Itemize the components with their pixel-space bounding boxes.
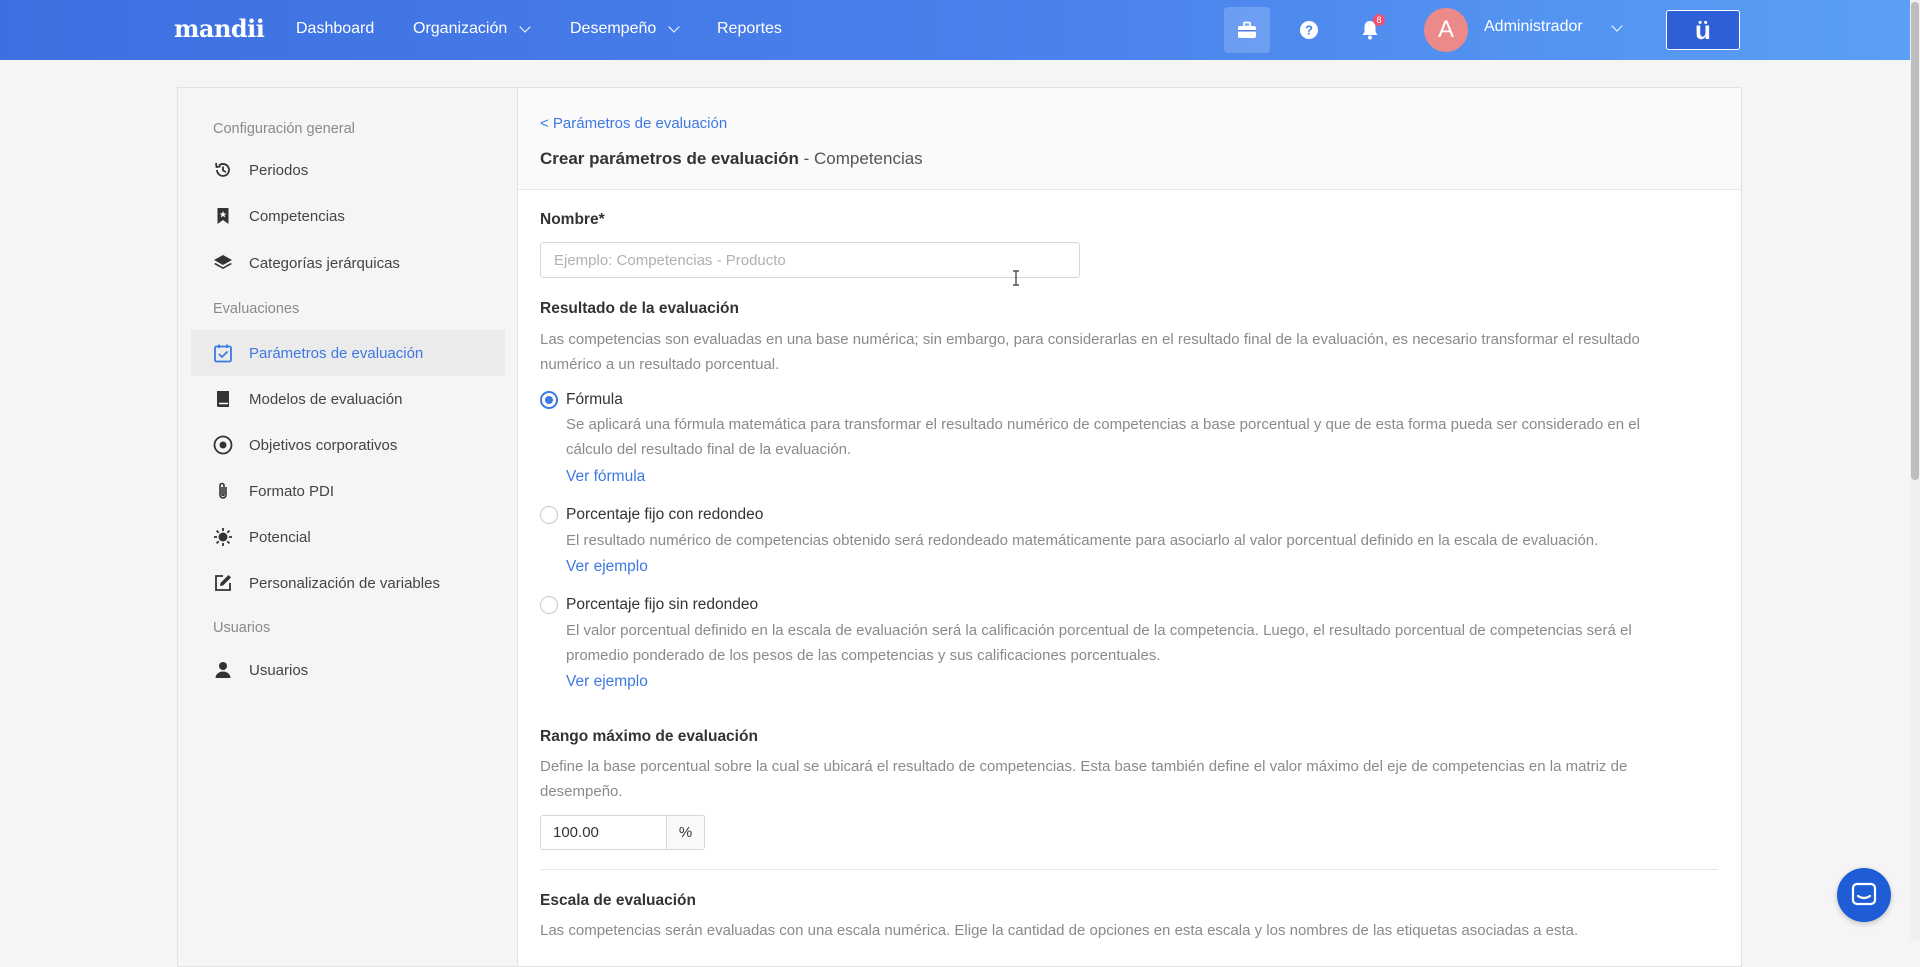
sidebar-item-usuarios[interactable]: Usuarios <box>191 647 505 693</box>
help-button[interactable]: ? <box>1286 7 1332 53</box>
sidebar-item-label: Personalización de variables <box>249 574 440 592</box>
chat-launcher-button[interactable] <box>1837 868 1891 922</box>
main-content: < Parámetros de evaluación Crear parámet… <box>517 88 1741 966</box>
sidebar-item-formato-pdi[interactable]: Formato PDI <box>191 468 505 514</box>
sidebar-item-label: Usuarios <box>249 661 309 679</box>
ver-ejemplo-link[interactable]: Ver ejemplo <box>566 673 648 691</box>
page-header: < Parámetros de evaluación Crear parámet… <box>518 88 1741 190</box>
page-title-section: - Competencias <box>798 149 923 168</box>
ver-ejemplo-link[interactable]: Ver ejemplo <box>566 558 648 576</box>
paperclip-icon <box>213 481 233 501</box>
radio-con-redondeo-description: El resultado numérico de competencias ob… <box>566 532 1599 549</box>
calendar-check-icon <box>213 343 233 363</box>
sidebar-item-label: Formato PDI <box>249 482 335 500</box>
sidebar-item-modelos[interactable]: Modelos de evaluación <box>191 376 505 422</box>
bookmark-icon <box>213 206 233 226</box>
resultado-label: Resultado de la evaluación <box>540 300 739 317</box>
page-title: Crear parámetros de evaluación - Compete… <box>540 149 923 169</box>
notifications-button[interactable]: 8 <box>1347 7 1393 53</box>
nav-dashboard[interactable]: Dashboard <box>296 20 374 38</box>
help-icon: ? <box>1300 21 1318 39</box>
rango-input-group: 100.00 % <box>540 815 705 850</box>
sidebar-item-label: Objetivos corporativos <box>249 436 398 454</box>
rango-input[interactable]: 100.00 <box>541 816 667 849</box>
sidebar-group-evaluaciones: Evaluaciones <box>213 301 300 317</box>
avatar[interactable]: A <box>1424 8 1468 52</box>
user-name[interactable]: Administrador <box>1484 18 1583 36</box>
sidebar-item-personalizacion[interactable]: Personalización de variables <box>191 560 505 606</box>
radio-porcentaje-sin-redondeo[interactable] <box>540 596 558 614</box>
radio-formula[interactable] <box>540 391 558 409</box>
target-icon <box>213 435 233 455</box>
svg-text:?: ? <box>1305 23 1313 38</box>
sidebar-item-competencias[interactable]: Competencias <box>191 193 505 239</box>
sun-icon <box>213 527 233 547</box>
chat-icon <box>1851 882 1877 906</box>
sidebar-item-label: Competencias <box>249 207 345 225</box>
radio-formula-label[interactable]: Fórmula <box>566 391 623 409</box>
section-divider <box>540 869 1718 870</box>
page-title-main: Crear parámetros de evaluación <box>540 149 799 168</box>
nav-dashboard-label: Dashboard <box>296 20 375 37</box>
sidebar-item-label: Categorías jerárquicas <box>249 254 400 272</box>
text-cursor-icon <box>1013 270 1019 286</box>
rango-label: Rango máximo de evaluación <box>540 728 758 745</box>
sidebar-item-potencial[interactable]: Potencial <box>191 514 505 560</box>
radio-con-redondeo-label[interactable]: Porcentaje fijo con redondeo <box>566 506 763 524</box>
book-icon <box>213 389 233 409</box>
radio-sin-redondeo-description: El valor porcentual definido en la escal… <box>566 622 1632 664</box>
sidebar-item-parametros[interactable]: Parámetros de evaluación <box>191 330 505 376</box>
sidebar-item-categorias[interactable]: Categorías jerárquicas <box>191 240 505 286</box>
sidebar-item-label: Periodos <box>249 161 309 179</box>
page-scrollbar[interactable] <box>1910 0 1920 940</box>
nav-reportes-label: Reportes <box>717 20 782 37</box>
nav-organizacion-label: Organización <box>413 20 508 37</box>
settings-card: Configuración general Periodos Competenc… <box>177 87 1742 967</box>
briefcase-button[interactable] <box>1224 7 1270 53</box>
briefcase-icon <box>1238 21 1256 38</box>
chevron-down-icon <box>668 21 680 33</box>
sidebar-item-periodos[interactable]: Periodos <box>191 147 505 193</box>
ver-formula-link[interactable]: Ver fórmula <box>566 468 645 486</box>
nav-reportes[interactable]: Reportes <box>717 20 782 38</box>
chevron-down-icon[interactable] <box>1611 20 1623 32</box>
scrollbar-thumb[interactable] <box>1911 2 1919 480</box>
sidebar-item-objetivos[interactable]: Objetivos corporativos <box>191 422 505 468</box>
resultado-description: Las competencias son evaluadas en una ba… <box>540 331 1640 373</box>
notification-badge: 8 <box>1373 14 1385 26</box>
radio-porcentaje-con-redondeo[interactable] <box>540 506 558 524</box>
top-navbar: mandii Dashboard Organización Desempeño … <box>0 0 1920 60</box>
radio-sin-redondeo-label[interactable]: Porcentaje fijo sin redondeo <box>566 596 758 614</box>
app-logo[interactable]: mandii <box>174 14 265 43</box>
brand-button[interactable]: ü <box>1666 10 1740 50</box>
edit-icon <box>213 573 233 593</box>
sidebar-item-label: Parámetros de evaluación <box>249 344 424 362</box>
sidebar-group-usuarios: Usuarios <box>213 620 271 636</box>
layers-icon <box>213 253 233 273</box>
history-icon <box>213 160 233 180</box>
nav-organizacion[interactable]: Organización <box>413 20 531 38</box>
nav-desempeno-label: Desempeño <box>570 20 657 37</box>
back-link[interactable]: < Parámetros de evaluación <box>540 115 727 132</box>
nombre-label: Nombre* <box>540 211 605 228</box>
nombre-input[interactable] <box>540 242 1080 278</box>
sidebar: Configuración general Periodos Competenc… <box>178 88 517 966</box>
sidebar-item-label: Potencial <box>249 528 311 546</box>
radio-formula-description: Se aplicará una fórmula matemática para … <box>566 416 1640 458</box>
escala-description: Las competencias serán evaluadas con una… <box>540 922 1579 939</box>
escala-label: Escala de evaluación <box>540 892 696 909</box>
chevron-down-icon <box>519 21 531 33</box>
user-icon <box>213 660 233 680</box>
percent-addon: % <box>667 816 704 849</box>
nav-desempeno[interactable]: Desempeño <box>570 20 680 38</box>
sidebar-item-label: Modelos de evaluación <box>249 390 403 408</box>
sidebar-group-general: Configuración general <box>213 121 355 137</box>
rango-description: Define la base porcentual sobre la cual … <box>540 758 1628 800</box>
